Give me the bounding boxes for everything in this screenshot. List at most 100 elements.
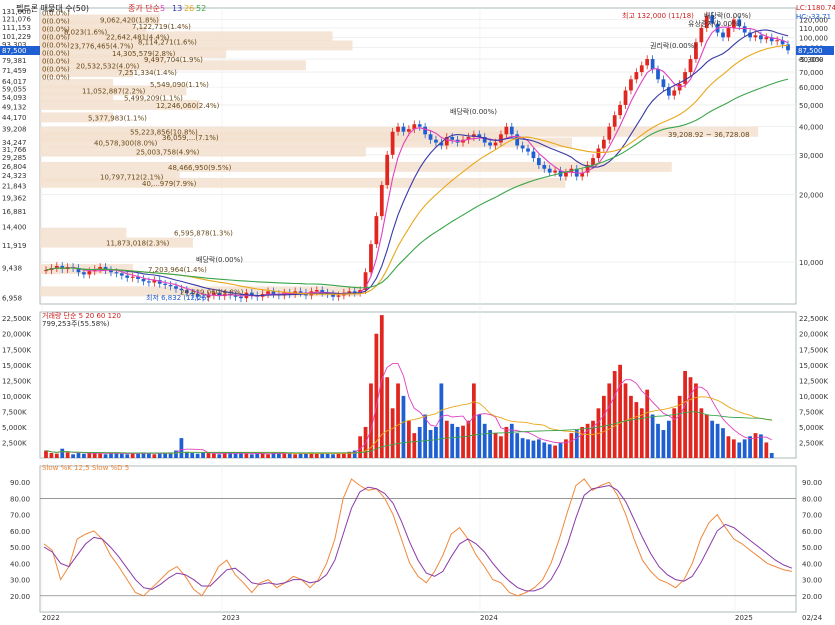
volume-tick-label-right: 17,500K [799, 346, 828, 354]
volume-bar [553, 445, 557, 458]
candle-body [742, 26, 747, 33]
volume-bar [136, 453, 140, 458]
candle-body [596, 148, 601, 159]
candle-body [645, 59, 650, 66]
volume-bar [157, 453, 162, 458]
volume-bar [688, 377, 693, 458]
candle-body [547, 168, 552, 173]
candle-body [314, 290, 319, 292]
price-tick-label-right: 20,000 [799, 191, 824, 199]
ex-dividend-1: 배당락(0.00%) [196, 255, 243, 264]
profile-label: 5,377,983(1.1%) [88, 114, 147, 122]
price-tick-label: 44,170 [2, 114, 27, 122]
price-tick-label: 71,459 [2, 67, 27, 75]
candle-body [347, 291, 352, 293]
volume-tick-label: 2,500K [2, 439, 27, 447]
ma-legend-52: 52 [196, 4, 206, 13]
volume-bar [406, 420, 411, 458]
candle-body [639, 65, 644, 73]
profile-label: 6,595,878(1.3%) [174, 230, 233, 238]
price-tick-label: 101,229 [2, 33, 31, 41]
volume-bar [239, 453, 243, 458]
volume-tick-label: 7,500K [2, 408, 27, 416]
profile-zero-label: 0(0.0%) [42, 74, 70, 82]
stoch-tick-label-right: 70.00 [802, 512, 822, 520]
volume-bar [710, 420, 715, 458]
volume-bar [152, 454, 157, 458]
price-tick-label: 29,285 [2, 154, 27, 162]
profile-zero-label: 0(0.0%) [42, 18, 70, 26]
volume-bar [482, 423, 487, 458]
volume-bar [704, 414, 709, 458]
volume-bar [759, 434, 763, 458]
candle-body [775, 40, 780, 42]
profile-label: 12,246,060(2.4%) [156, 102, 220, 110]
volume-bar [82, 453, 86, 458]
volume-bar [731, 439, 736, 458]
candle-body [564, 172, 568, 177]
candle-body [82, 272, 86, 275]
ma-legend-26: 26 [184, 4, 194, 13]
volume-bar [748, 436, 752, 458]
volume-bar [753, 433, 758, 458]
candle-body [607, 126, 612, 140]
candle-body [434, 139, 438, 143]
candle-body [721, 32, 725, 38]
candle-body [130, 276, 135, 278]
price-tick-label: 16,881 [2, 208, 27, 216]
stoch-tick-label-right: 90.00 [802, 479, 822, 487]
candle-body [336, 295, 341, 297]
profile-zero-label: 0(0.0%) [42, 66, 70, 74]
volume-bar [737, 442, 742, 458]
high-annotation: 최고 132,000 (11/18) [622, 11, 694, 20]
candle-body [406, 129, 411, 132]
price-tick-label: 121,076 [2, 16, 31, 24]
volume-bar [217, 454, 222, 458]
rights-2: 유상증자(0.00%) [688, 19, 742, 28]
candle-body [390, 131, 395, 155]
price-tick-label: 39,208 [2, 126, 27, 134]
volume-bar [574, 430, 579, 458]
volume-bar [54, 453, 59, 458]
candle-body [656, 69, 660, 80]
volume-bar [222, 453, 227, 458]
volume-bar [65, 452, 70, 458]
volume-bar [201, 452, 205, 458]
volume-bar [444, 420, 449, 458]
candle-body [661, 79, 666, 88]
volume-bar [672, 408, 677, 458]
volume-bar [244, 453, 249, 458]
volume-bar [49, 453, 54, 458]
volume-bar [282, 453, 287, 458]
volume-bar [417, 426, 422, 458]
candle-body [168, 284, 173, 287]
candle-body [450, 136, 455, 140]
current-price-label: 87,500 [798, 47, 823, 55]
volume-bar [580, 426, 585, 458]
candle-body [726, 27, 731, 38]
volume-bar [390, 408, 395, 458]
volume-bar [742, 439, 747, 458]
volume-bar [699, 408, 704, 458]
x-tick-label: 2025 [735, 614, 753, 622]
volume-bar [71, 454, 75, 458]
volume-bar [293, 454, 298, 458]
volume-bar [60, 448, 65, 458]
volume-bar [423, 414, 428, 458]
volume-bar [125, 454, 130, 458]
profile-zero-label: 0(0.0%) [42, 34, 70, 42]
price-tick-label: 111,153 [2, 24, 31, 32]
profile-label: 9,497,704(1.9%) [144, 56, 203, 64]
volume-bar [661, 430, 666, 458]
volume-bar [634, 402, 639, 458]
volume-bar [260, 453, 265, 458]
volume-bar [721, 428, 725, 458]
profile-label: 11,873,018(2.3%) [106, 240, 170, 248]
candle-body [396, 126, 400, 132]
profile-zero-label: 0(0.0%) [42, 50, 70, 58]
volume-bar [477, 414, 482, 458]
profile-label: 8,023(1.6%) [64, 29, 108, 37]
volume-bar [650, 414, 655, 458]
candle-body [634, 72, 639, 80]
candle-body [125, 275, 130, 278]
